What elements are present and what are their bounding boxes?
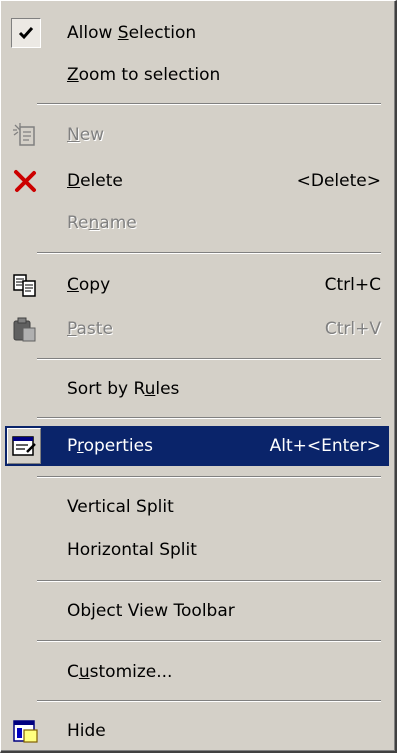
menu-separator xyxy=(37,417,381,419)
menu-item-label: Sort by Rules xyxy=(67,379,180,399)
menu-item-label: New xyxy=(67,125,105,145)
checkmark-icon xyxy=(11,18,41,48)
properties-icon xyxy=(12,436,36,456)
shortcut-label: Ctrl+C xyxy=(324,275,381,295)
menu-item-label: Rename xyxy=(67,213,137,233)
hide-window-icon xyxy=(11,717,39,745)
menu-item-allow-selection[interactable]: Allow Selection xyxy=(5,13,389,53)
menu-item-hide[interactable]: Hide xyxy=(5,711,389,751)
menu-item-label: Delete xyxy=(67,171,123,191)
menu-item-label: Customize... xyxy=(67,662,173,682)
menu-separator xyxy=(37,252,381,254)
menu-separator xyxy=(37,640,381,642)
menu-separator xyxy=(37,580,381,582)
menu-item-label: Copy xyxy=(67,275,111,295)
menu-item-object-view-toolbar[interactable]: Object View Toolbar xyxy=(5,591,389,631)
menu-item-sort-by-rules[interactable]: Sort by Rules xyxy=(5,369,389,409)
new-document-icon xyxy=(11,121,39,149)
menu-item-rename[interactable]: Rename xyxy=(5,203,389,243)
menu-item-label: Hide xyxy=(67,721,106,741)
menu-item-label: Horizontal Split xyxy=(67,540,197,560)
menu-item-label: Vertical Split xyxy=(67,497,174,517)
copy-icon xyxy=(11,271,39,299)
menu-separator xyxy=(37,700,381,702)
shortcut-label: Alt+<Enter> xyxy=(269,436,381,456)
menu-item-label: Paste xyxy=(67,319,113,339)
menu-item-label: Zoom to selection xyxy=(67,65,221,85)
menu-separator xyxy=(37,476,381,478)
menu-item-delete[interactable]: Delete <Delete> xyxy=(5,161,389,201)
menu-item-paste[interactable]: Paste Ctrl+V xyxy=(5,309,389,349)
delete-x-icon xyxy=(11,167,39,195)
menu-item-customize[interactable]: Customize... xyxy=(5,652,389,692)
properties-icon-frame xyxy=(7,428,41,464)
menu-item-new[interactable]: New xyxy=(5,115,389,155)
context-menu: Allow Selection Zoom to selection New De… xyxy=(0,0,397,753)
menu-item-label: Properties xyxy=(67,436,153,456)
menu-item-label: Object View Toolbar xyxy=(67,601,235,621)
menu-item-horizontal-split[interactable]: Horizontal Split xyxy=(5,530,389,570)
shortcut-label: Ctrl+V xyxy=(324,319,381,339)
menu-separator xyxy=(37,103,381,105)
menu-item-label: Allow Selection xyxy=(67,23,197,43)
menu-item-zoom-to-selection[interactable]: Zoom to selection xyxy=(5,55,389,95)
paste-icon xyxy=(11,315,39,343)
menu-item-copy[interactable]: Copy Ctrl+C xyxy=(5,265,389,305)
menu-item-properties[interactable]: Properties Alt+<Enter> xyxy=(5,426,389,466)
shortcut-label: <Delete> xyxy=(296,171,381,191)
menu-separator xyxy=(37,358,381,360)
menu-item-vertical-split[interactable]: Vertical Split xyxy=(5,487,389,527)
